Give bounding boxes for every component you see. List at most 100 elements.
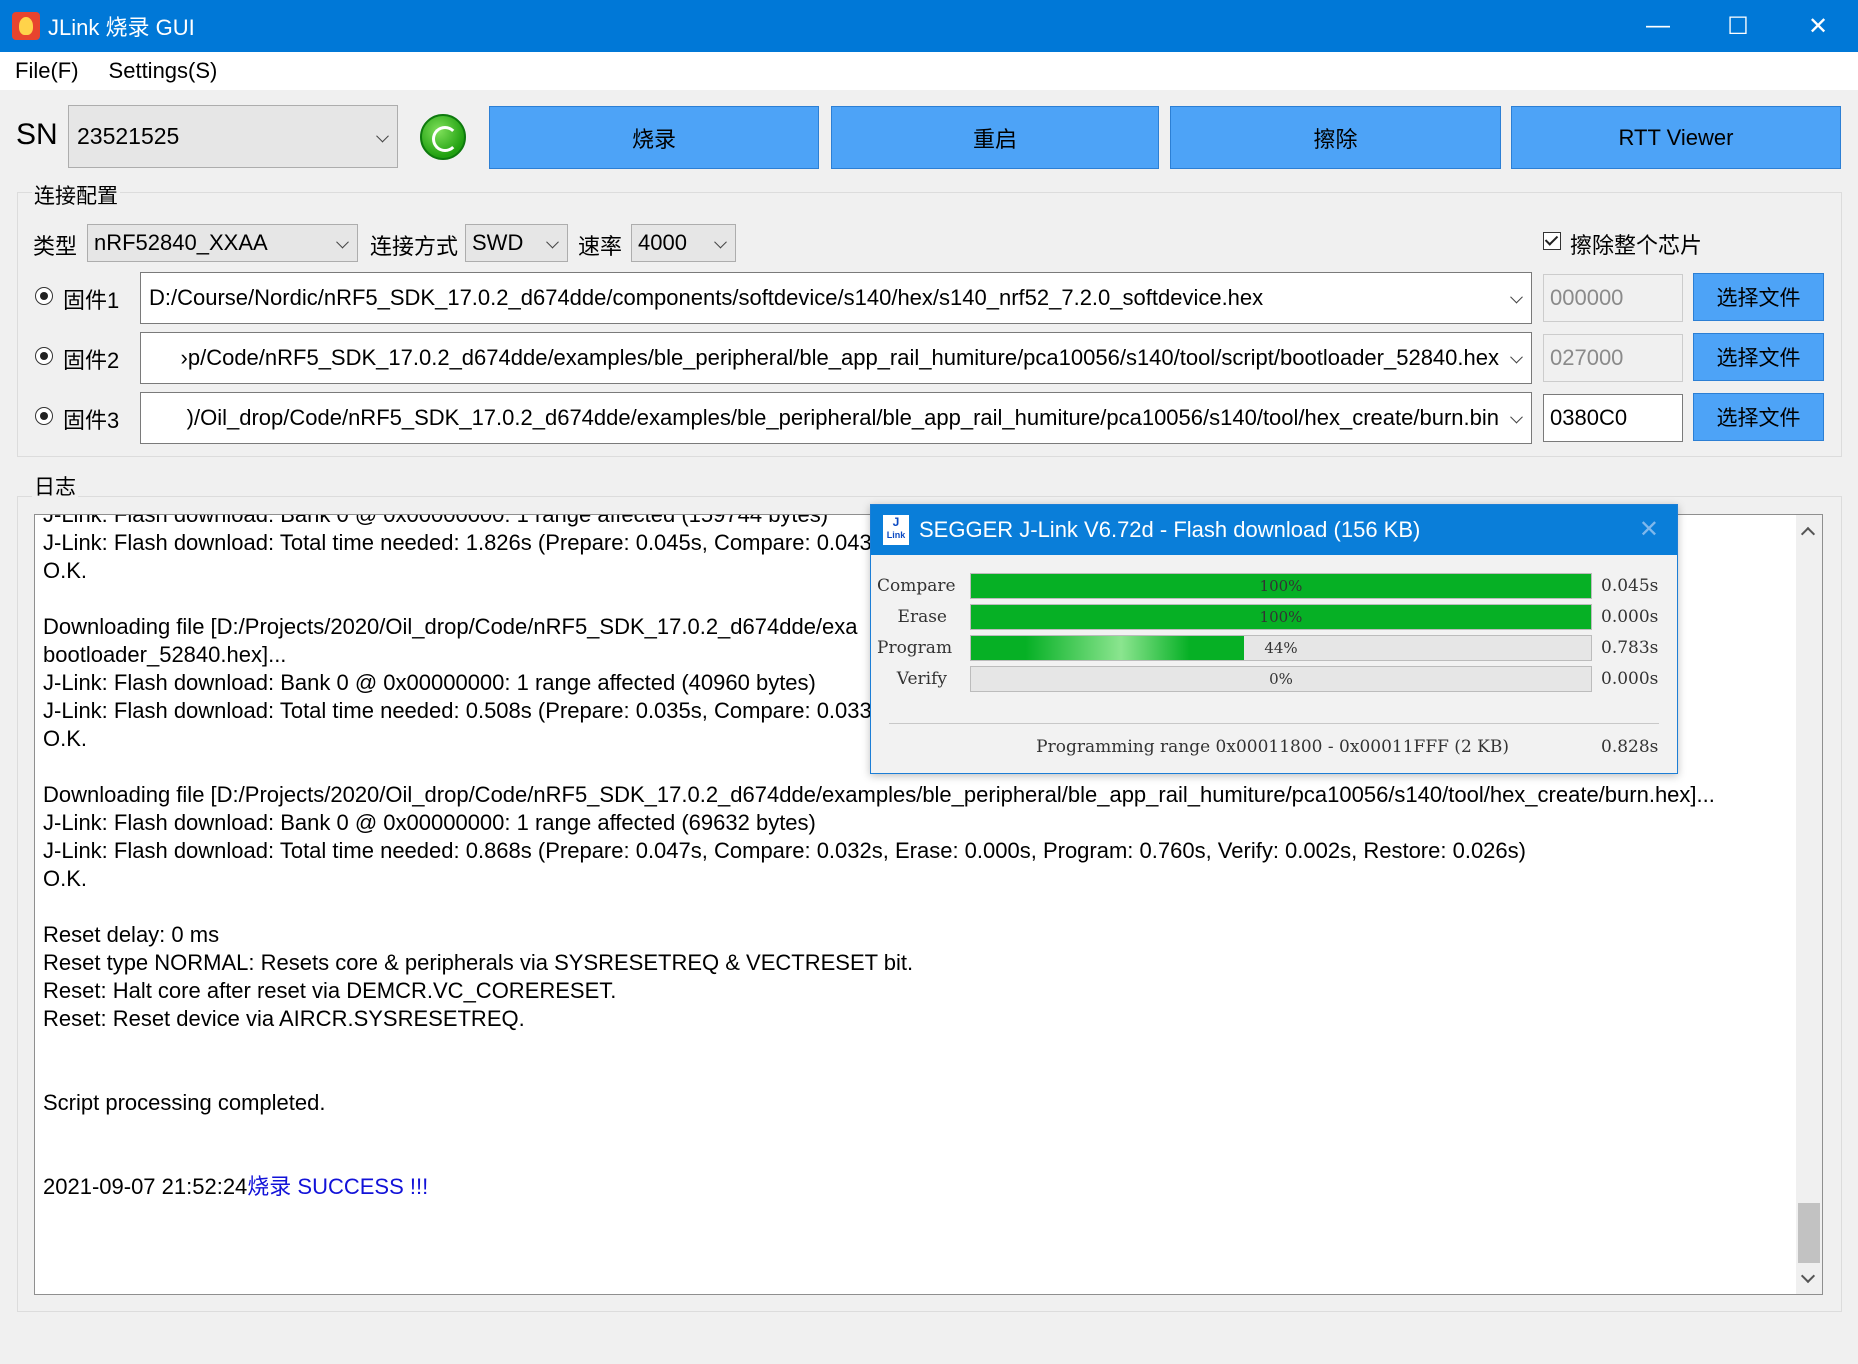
dialog-separator bbox=[889, 723, 1659, 724]
log-scrollbar[interactable] bbox=[1796, 515, 1822, 1294]
erase-percent: 100% bbox=[1259, 608, 1303, 626]
type-value: nRF52840_XXAA bbox=[94, 230, 268, 255]
firmware3-path-select[interactable]: )/Oil_drop/Code/nRF5_SDK_17.0.2_d674dde/… bbox=[140, 392, 1532, 444]
chevron-down-icon bbox=[1510, 290, 1523, 304]
chevron-down-icon bbox=[336, 235, 349, 249]
restart-button[interactable]: 重启 bbox=[831, 106, 1159, 169]
log-title: 日志 bbox=[32, 471, 78, 501]
firmware2-path: ›p/Code/nRF5_SDK_17.0.2_d674dde/examples… bbox=[180, 345, 1499, 370]
firmware1-radio[interactable] bbox=[35, 287, 53, 305]
firmware2-label: 固件2 bbox=[63, 348, 120, 373]
speed-select[interactable]: 4000 bbox=[631, 224, 736, 262]
menu-bar: File(F) Settings(S) bbox=[0, 52, 1858, 90]
chevron-down-icon bbox=[546, 235, 559, 249]
log-line: Script processing completed. bbox=[43, 1090, 326, 1115]
compare-label: Compare bbox=[877, 576, 956, 596]
sn-label: SN bbox=[16, 118, 58, 151]
interface-label: 连接方式 bbox=[370, 234, 459, 259]
menu-file[interactable]: File(F) bbox=[0, 58, 94, 84]
firmware1-address-input[interactable]: 000000 bbox=[1543, 274, 1683, 322]
success-message: 烧录 SUCCESS !!! bbox=[247, 1174, 429, 1199]
scroll-down-icon[interactable] bbox=[1800, 1268, 1816, 1284]
firmware1-label: 固件1 bbox=[63, 288, 120, 313]
interface-select[interactable]: SWD bbox=[465, 224, 568, 262]
chevron-down-icon bbox=[1510, 410, 1523, 424]
rtt-viewer-button[interactable]: RTT Viewer bbox=[1511, 106, 1841, 169]
erase-time: 0.000s bbox=[1601, 607, 1659, 627]
verify-label: Verify bbox=[896, 669, 947, 689]
sn-value: 23521525 bbox=[77, 123, 180, 149]
flash-download-dialog: J Link SEGGER J-Link V6.72d - Flash down… bbox=[870, 504, 1678, 774]
log-line: Reset: Halt core after reset via DEMCR.V… bbox=[43, 978, 617, 1003]
interface-value: SWD bbox=[472, 230, 524, 255]
jlink-icon-letter: J bbox=[892, 515, 900, 529]
compare-time: 0.045s bbox=[1601, 576, 1659, 596]
program-label: Program bbox=[877, 638, 953, 658]
log-line: Reset type NORMAL: Resets core & periphe… bbox=[43, 950, 914, 975]
log-line: Reset: Reset device via AIRCR.SYSRESETRE… bbox=[43, 1006, 525, 1031]
erase-label: Erase bbox=[897, 607, 947, 627]
burn-button[interactable]: 烧录 bbox=[489, 106, 819, 169]
program-percent: 44% bbox=[1264, 639, 1298, 657]
connection-config-title: 连接配置 bbox=[32, 180, 120, 210]
verify-progress-bar: 0% bbox=[970, 666, 1592, 692]
firmware2-path-select[interactable]: ›p/Code/nRF5_SDK_17.0.2_d674dde/examples… bbox=[140, 332, 1532, 384]
scroll-up-icon[interactable] bbox=[1800, 526, 1816, 542]
erase-progress-bar: 100% bbox=[970, 604, 1592, 630]
type-select[interactable]: nRF52840_XXAA bbox=[87, 224, 358, 262]
dialog-close-icon[interactable]: ✕ bbox=[1639, 515, 1659, 544]
program-progress-bar: 44% bbox=[970, 635, 1592, 661]
firmware2-choose-file-button[interactable]: 选择文件 bbox=[1693, 333, 1824, 381]
firmware3-label: 固件3 bbox=[63, 408, 120, 433]
programming-status: Programming range 0x00011800 - 0x00011FF… bbox=[1036, 737, 1509, 757]
compare-percent: 100% bbox=[1259, 577, 1303, 595]
erase-button[interactable]: 擦除 bbox=[1170, 106, 1501, 169]
firmware1-choose-file-button[interactable]: 选择文件 bbox=[1693, 273, 1824, 321]
firmware2-address-input[interactable]: 027000 bbox=[1543, 334, 1683, 382]
refresh-icon[interactable] bbox=[420, 114, 466, 160]
minimize-button[interactable]: — bbox=[1618, 0, 1698, 52]
success-timestamp: 2021-09-07 21:52:24 bbox=[43, 1174, 248, 1199]
log-line: J-Link: Flash download: Total time neede… bbox=[43, 838, 1526, 863]
compare-progress-bar: 100% bbox=[970, 573, 1592, 599]
program-time: 0.783s bbox=[1601, 638, 1659, 658]
dialog-title: SEGGER J-Link V6.72d - Flash download (1… bbox=[919, 517, 1421, 542]
chevron-down-icon bbox=[376, 129, 389, 142]
jlink-icon: J Link bbox=[883, 515, 909, 545]
window-controls: — ☐ ✕ bbox=[1618, 0, 1858, 52]
jlink-icon-word: Link bbox=[886, 530, 906, 540]
type-label: 类型 bbox=[33, 234, 78, 259]
firmware1-path: D:/Course/Nordic/nRF5_SDK_17.0.2_d674dde… bbox=[149, 285, 1264, 310]
log-line: O.K. bbox=[43, 866, 88, 891]
firmware3-choose-file-button[interactable]: 选择文件 bbox=[1693, 393, 1824, 441]
sn-select[interactable]: 23521525 bbox=[68, 105, 398, 168]
title-bar: JLink 烧录 GUI — ☐ ✕ bbox=[0, 0, 1858, 52]
firmware2-radio[interactable] bbox=[35, 347, 53, 365]
verify-percent: 0% bbox=[1269, 670, 1293, 688]
window-title: JLink 烧录 GUI bbox=[48, 15, 195, 40]
close-button[interactable]: ✕ bbox=[1778, 0, 1858, 52]
speed-label: 速率 bbox=[578, 234, 623, 259]
speed-value: 4000 bbox=[638, 230, 687, 255]
scrollbar-thumb[interactable] bbox=[1798, 1203, 1820, 1263]
firmware3-path: )/Oil_drop/Code/nRF5_SDK_17.0.2_d674dde/… bbox=[186, 405, 1499, 430]
erase-chip-label: 擦除整个芯片 bbox=[1570, 233, 1703, 258]
log-line: Downloading file [D:/Projects/2020/Oil_d… bbox=[43, 782, 1715, 807]
log-line: Reset delay: 0 ms bbox=[43, 922, 220, 947]
log-success-line: 2021-09-07 21:52:24烧录 SUCCESS !!! bbox=[43, 1173, 1798, 1201]
menu-settings[interactable]: Settings(S) bbox=[94, 58, 233, 84]
firmware3-radio[interactable] bbox=[35, 407, 53, 425]
erase-chip-checkbox[interactable] bbox=[1543, 232, 1561, 250]
firmware3-address-input[interactable]: 0380C0 bbox=[1543, 394, 1683, 442]
chevron-down-icon bbox=[1510, 350, 1523, 364]
maximize-button[interactable]: ☐ bbox=[1698, 0, 1778, 52]
app-icon bbox=[12, 12, 40, 40]
log-line: J-Link: Flash download: Bank 0 @ 0x00000… bbox=[43, 810, 816, 835]
total-time: 0.828s bbox=[1601, 737, 1659, 757]
firmware1-path-select[interactable]: D:/Course/Nordic/nRF5_SDK_17.0.2_d674dde… bbox=[140, 272, 1532, 324]
chevron-down-icon bbox=[714, 235, 727, 249]
